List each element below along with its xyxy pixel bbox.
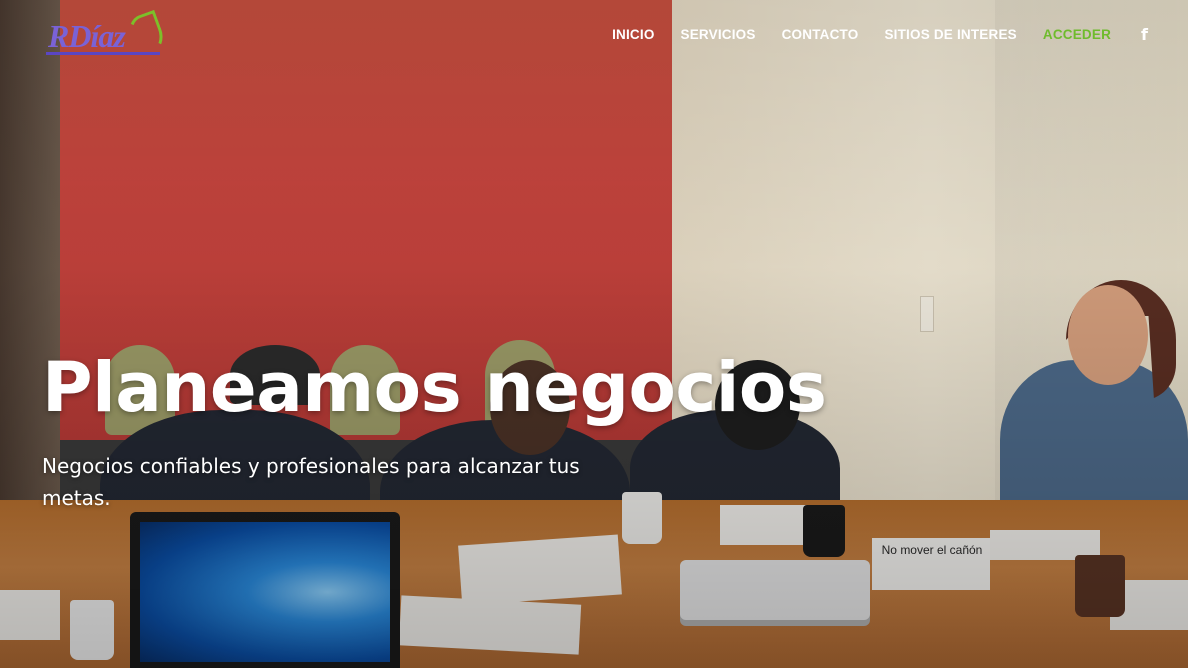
nav-item-sitios-de-interes[interactable]: SITIOS DE INTERES <box>884 27 1016 42</box>
sign-text: No mover el cañón <box>881 543 983 557</box>
leaf-icon <box>124 9 168 59</box>
hero-subtitle: Negocios confiables y profesionales para… <box>42 454 580 510</box>
hero-background-photo <box>0 0 1188 668</box>
nav-item-acceder[interactable]: ACCEDER <box>1043 27 1111 42</box>
facebook-icon[interactable]: f <box>1141 25 1148 44</box>
nav-item-contacto[interactable]: CONTACTO <box>782 27 859 42</box>
nav-item-servicios[interactable]: SERVICIOS <box>681 27 756 42</box>
nav-item-inicio[interactable]: INICIO <box>612 27 654 42</box>
main-nav: INICIO SERVICIOS CONTACTO SITIOS DE INTE… <box>586 25 1148 44</box>
site-logo[interactable]: RDíaz <box>44 9 168 59</box>
logo-wordmark: RDíaz <box>48 18 126 54</box>
hero-title: Planeamos negocios <box>42 348 827 428</box>
